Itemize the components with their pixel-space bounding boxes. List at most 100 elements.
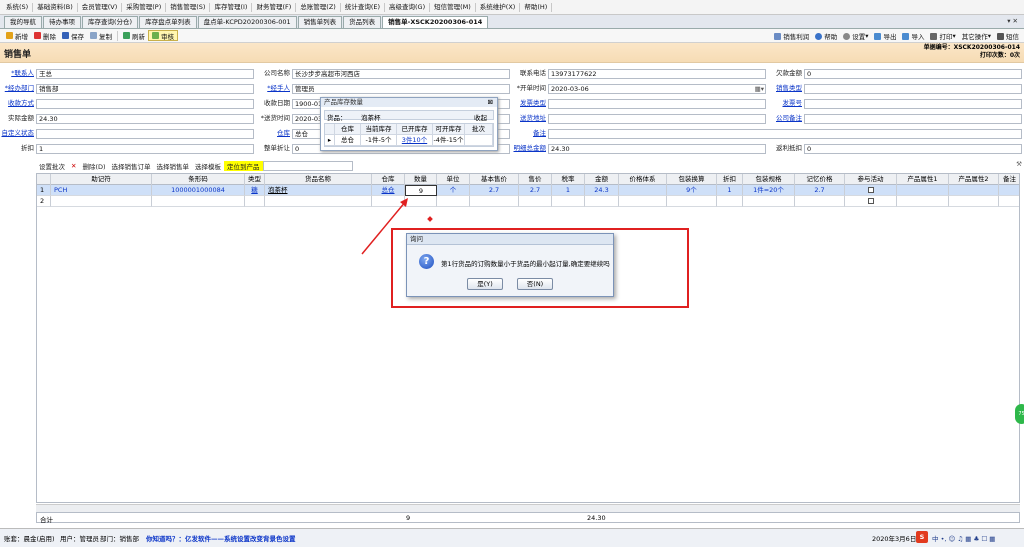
close-icon[interactable]: ⊠	[488, 98, 493, 106]
checkbox[interactable]	[867, 198, 874, 204]
ship-type-field[interactable]	[548, 99, 766, 109]
menu-item[interactable]: 基础资料(B)	[33, 2, 78, 12]
discount-field[interactable]: 1	[36, 144, 254, 154]
invoice-no-field[interactable]	[804, 99, 1022, 109]
tab[interactable]: 销售单列表	[297, 16, 343, 28]
cell-price[interactable]: 2.7	[519, 185, 552, 196]
pick-sale-button[interactable]: 选择销售单	[154, 161, 193, 171]
cell-name[interactable]: 泡茶杯	[265, 185, 372, 196]
cell-join-activity[interactable]	[845, 185, 897, 196]
menu-item[interactable]: 帮助(H)	[520, 2, 553, 12]
column-header[interactable]: 产品属性1	[897, 174, 949, 185]
column-header[interactable]: 参与活动	[845, 174, 897, 185]
menu-item[interactable]: 库存管理(I)	[210, 2, 253, 12]
column-header[interactable]: 类型	[245, 174, 265, 185]
refresh-button[interactable]: 刷新	[120, 30, 148, 41]
warehouse-label[interactable]: 仓库	[258, 129, 290, 138]
status-tip[interactable]: 你知道吗？：亿发软件——系统设置改变背景色设置	[146, 533, 296, 543]
cell-qty[interactable]: 9	[405, 185, 437, 196]
grid-settings-icon[interactable]: ⚒	[1016, 160, 1022, 168]
tab[interactable]: 我的导航	[4, 16, 42, 28]
column-header[interactable]: 折扣	[717, 174, 743, 185]
other-ops-button[interactable]: 其它操作 ▾	[959, 31, 994, 42]
column-header[interactable]: 基本售价	[470, 174, 519, 185]
cell-barcode[interactable]: 1000001000084	[152, 185, 245, 196]
cell-price-sys[interactable]	[619, 185, 667, 196]
contact-field[interactable]: 王总	[36, 69, 254, 79]
horizontal-scrollbar[interactable]	[36, 504, 1020, 512]
calendar-icon[interactable]: ▦▾	[755, 85, 764, 93]
column-header[interactable]: 条形码	[152, 174, 245, 185]
yes-button[interactable]: 是(Y)	[467, 278, 503, 290]
phone-field[interactable]: 13973177622	[548, 69, 766, 79]
menu-item[interactable]: 销售管理(S)	[166, 2, 211, 12]
column-header[interactable]: 金额	[585, 174, 619, 185]
contact-label[interactable]: *联系人	[0, 69, 34, 78]
cell-type[interactable]: 糖	[245, 185, 265, 196]
import-button[interactable]: 导入	[899, 31, 927, 42]
menu-item[interactable]: 短信管理(M)	[430, 2, 476, 12]
column-header[interactable]: 仓库	[372, 174, 405, 185]
cell-empty[interactable]	[897, 185, 949, 196]
cell-type[interactable]	[245, 196, 265, 207]
pick-template-button[interactable]: 选择模板	[192, 161, 224, 171]
menu-item[interactable]: 总账管理(Z)	[296, 2, 341, 12]
cell-base-price[interactable]: 2.7	[470, 185, 519, 196]
help-button[interactable]: 帮助	[812, 31, 840, 42]
column-header[interactable]: 包装换算	[667, 174, 717, 185]
menu-item[interactable]: 系统维护(X)	[476, 2, 521, 12]
column-header[interactable]: 产品属性2	[949, 174, 999, 185]
locate-product-input[interactable]	[262, 160, 353, 171]
column-header[interactable]: 价格体系	[619, 174, 667, 185]
delete-button[interactable]: 删除	[31, 30, 59, 41]
set-batch-button[interactable]: 设置批次	[36, 161, 68, 171]
locate-product-button[interactable]: 定位到产品	[224, 160, 263, 171]
detail-total-field[interactable]: 24.30	[548, 144, 766, 154]
cell-price[interactable]	[519, 196, 552, 207]
cell-memo-price[interactable]	[795, 196, 845, 207]
settings-button[interactable]: 设置 ▾	[840, 31, 871, 42]
cell-pack-spec[interactable]	[743, 196, 795, 207]
detail-total-label[interactable]: 明细总金额	[512, 144, 547, 153]
menu-item[interactable]: 系统(S)	[2, 2, 34, 12]
tab[interactable]: 货品列表	[343, 16, 382, 28]
ship-addr-label[interactable]: 送货地址	[512, 114, 546, 123]
tab[interactable]: 盘点单-KCPD20200306-001	[197, 16, 297, 28]
tab[interactable]: 待办事项	[43, 16, 81, 28]
tab[interactable]: 销售单-XSCK20200306-014	[382, 16, 489, 28]
cell-memo-price[interactable]: 2.7	[795, 185, 845, 196]
delete-row-button[interactable]: 删除(D)	[79, 161, 108, 171]
cell-empty[interactable]	[999, 196, 1019, 207]
handler-field[interactable]: 管理员	[292, 84, 510, 94]
cell-price-sys[interactable]	[619, 196, 667, 207]
cell-amount[interactable]	[585, 196, 619, 207]
sale-type-label[interactable]: 销售类型	[768, 84, 802, 93]
cell-discount[interactable]	[717, 196, 743, 207]
delete-row-icon[interactable]: ✕	[68, 162, 79, 170]
ship-addr-field[interactable]	[548, 114, 766, 124]
dept-field[interactable]: 销售部	[36, 84, 254, 94]
debt-field[interactable]: 0	[804, 69, 1022, 79]
table-row[interactable]: 2	[37, 196, 1019, 207]
cell-pack-conv[interactable]	[667, 196, 717, 207]
custom-status-label[interactable]: 自定义状态	[0, 129, 35, 138]
no-button[interactable]: 否(N)	[517, 278, 553, 290]
cell-code[interactable]: PCH	[51, 185, 152, 196]
invoice-no-label[interactable]: 发票号	[768, 99, 803, 108]
column-header[interactable]: 记忆价格	[795, 174, 845, 185]
menu-item[interactable]: 高级查询(G)	[385, 2, 431, 12]
table-row[interactable]: 1 PCH 1000001000084 糖泡茶杯 总仓 9 个 2.7 2.7 1 24.3 9个 1 1…	[37, 185, 1019, 196]
sale-type-field[interactable]	[804, 84, 1022, 94]
cell-empty[interactable]	[999, 185, 1019, 196]
cell-tax[interactable]	[552, 196, 585, 207]
sms-button[interactable]: 短信	[994, 31, 1022, 42]
custom-status-field[interactable]	[36, 129, 254, 139]
tab-controls[interactable]: ▾ ✕	[1007, 17, 1018, 25]
column-header[interactable]: 货品名称	[265, 174, 372, 185]
tab[interactable]: 库存盘点单列表	[139, 16, 197, 28]
cell-unit[interactable]: 个	[437, 185, 470, 196]
column-header[interactable]: 助记符	[51, 174, 152, 185]
copy-button[interactable]: 复制	[87, 30, 115, 41]
ime-icon[interactable]: S	[916, 531, 928, 543]
cell-pack-conv[interactable]: 9个	[667, 185, 717, 196]
